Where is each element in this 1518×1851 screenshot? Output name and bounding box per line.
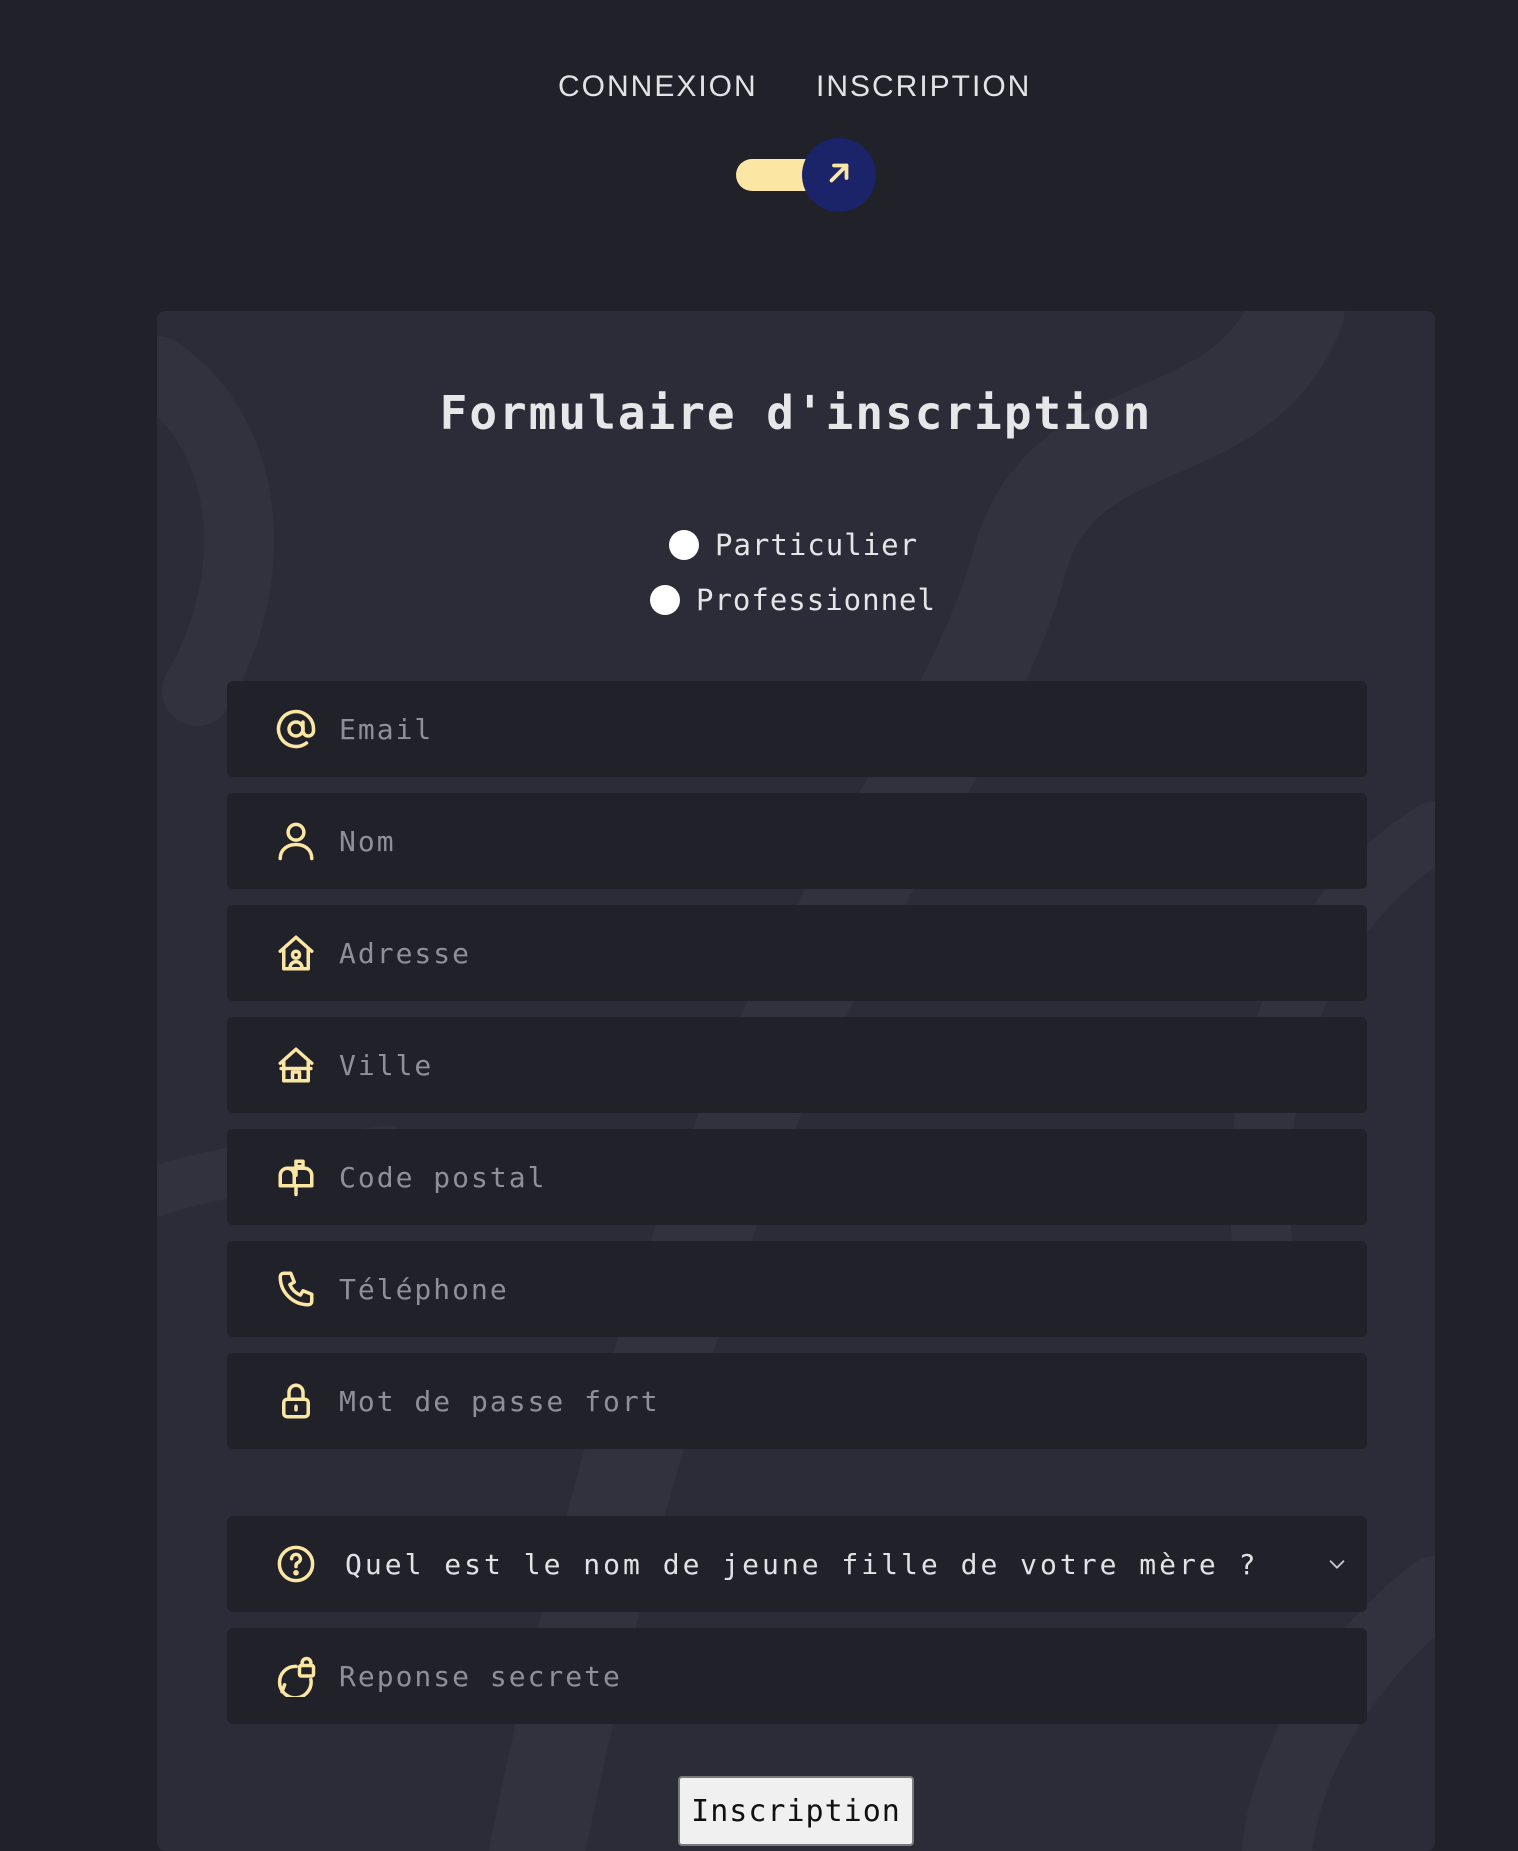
radio-button[interactable] [650,585,680,615]
adresse-field-container [227,905,1367,1001]
ville-input[interactable] [337,1035,1367,1095]
password-input[interactable] [337,1371,1367,1431]
auth-tabs: CONNEXION INSCRIPTION [0,70,1518,110]
radio-professionnel[interactable]: Professionnel [650,583,936,617]
toggle-knob[interactable] [802,138,876,212]
security-question-value: Quel est le nom de jeune fille de votre … [345,1547,1259,1581]
code-postal-input[interactable] [337,1147,1367,1207]
tab-connexion[interactable]: CONNEXION [558,70,758,104]
security-question-select[interactable]: Quel est le nom de jeune fille de votre … [227,1516,1367,1612]
radio-particulier[interactable]: Particulier [669,528,918,562]
user-icon [275,820,317,862]
phone-icon [275,1268,317,1310]
registration-card: Formulaire d'inscription Particulier Pro… [157,311,1435,1851]
nom-field-container [227,793,1367,889]
home-user-icon [275,932,317,974]
lock-icon [275,1380,317,1422]
form-title: Formulaire d'inscription [439,386,1153,440]
question-circle-icon [275,1543,317,1585]
telephone-input[interactable] [337,1259,1367,1319]
chevron-down-icon [1317,1544,1357,1584]
nom-input[interactable] [337,811,1367,871]
mailbox-icon [275,1156,317,1198]
radio-button[interactable] [669,530,699,560]
radio-label: Particulier [715,528,919,562]
chat-lock-icon [275,1655,317,1697]
adresse-input[interactable] [337,923,1367,983]
code-postal-field-container [227,1129,1367,1225]
auth-mode-toggle[interactable] [734,138,876,212]
arrow-up-right-icon [824,158,854,192]
reponse-field-container [227,1628,1367,1724]
ville-field-container [227,1017,1367,1113]
radio-label: Professionnel [696,583,936,617]
email-input[interactable] [337,699,1367,759]
home-icon [275,1044,317,1086]
tab-inscription[interactable]: INSCRIPTION [816,70,1031,104]
at-sign-icon [275,708,317,750]
email-field-container [227,681,1367,777]
reponse-input[interactable] [337,1646,1367,1706]
telephone-field-container [227,1241,1367,1337]
password-field-container [227,1353,1367,1449]
